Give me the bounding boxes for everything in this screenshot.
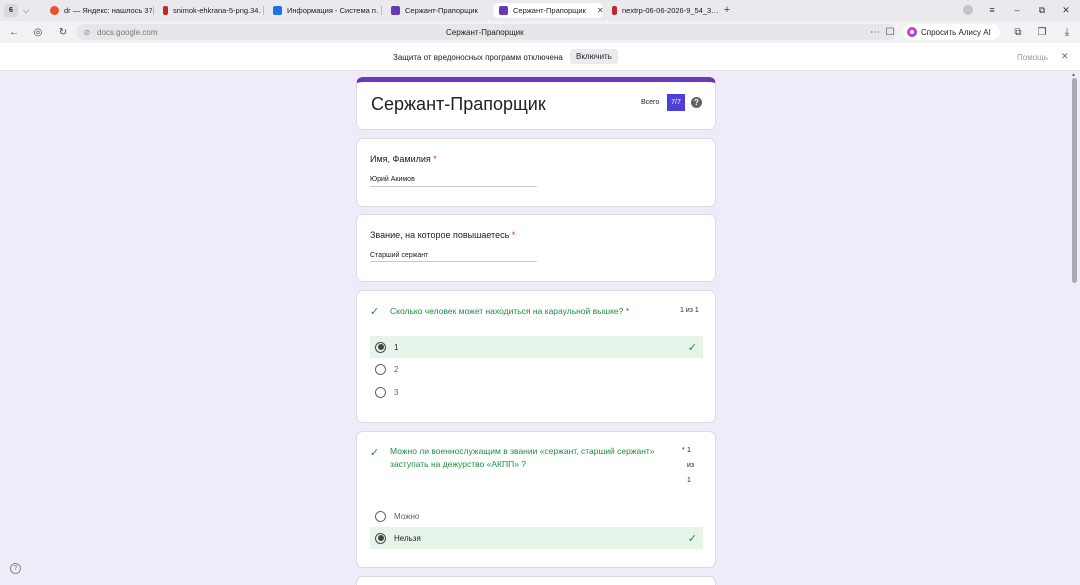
- name-field-card: Имя, Фамилия * Юрий Акимов: [356, 138, 716, 207]
- option-nelzya: Нельзя ✓: [370, 527, 703, 549]
- radio-empty-icon: [375, 510, 386, 522]
- reload-icon[interactable]: ↻: [56, 25, 70, 39]
- tab-title: nextrp-06-06-2026-9_54_3…: [622, 6, 718, 15]
- tab-separator: [381, 6, 382, 15]
- option-label: Можно: [394, 511, 420, 521]
- tab-form-1[interactable]: Сержант-Прапорщик: [385, 3, 489, 18]
- netflix-favicon-icon: [612, 6, 617, 15]
- minimize-icon[interactable]: –: [1011, 3, 1023, 17]
- yandex-favicon-icon: [50, 6, 59, 15]
- bookmark-icon[interactable]: ☐: [883, 25, 897, 39]
- tab-count-badge[interactable]: 6: [4, 4, 18, 17]
- url-text[interactable]: docs.google.com: [97, 28, 157, 37]
- extensions-icon[interactable]: ⧉: [1011, 25, 1025, 39]
- tab-title: dr — Яндекс: нашлось 37…: [64, 6, 152, 15]
- tab-title: Сержант-Прапорщик: [405, 6, 478, 15]
- address-bar-row: ← ◎ ↻ ⊘ docs.google.com Сержант-Прапорщи…: [0, 21, 1080, 43]
- option-label: 2: [394, 364, 399, 374]
- back-icon[interactable]: ←: [7, 25, 21, 39]
- site-info-icon[interactable]: ⊘: [80, 25, 94, 39]
- forms-favicon-icon: [391, 6, 400, 15]
- tab-title: Сержант-Прапорщик: [513, 6, 586, 15]
- form-header-card: Сержант-Прапорщик Всего 7/7 ?: [356, 77, 716, 130]
- tabs-dropdown-icon[interactable]: ⌵: [18, 6, 34, 16]
- question-points-max: 1: [687, 477, 691, 484]
- rank-field-underline: [370, 261, 537, 262]
- rank-field-label: Звание, на которое повышаетесь *: [370, 230, 516, 240]
- form-title: Сержант-Прапорщик: [371, 94, 546, 114]
- system-favicon-icon: [273, 6, 282, 15]
- menu-icon[interactable]: ≡: [986, 3, 998, 17]
- question-card-2: ✓ Можно ли военнослужащим в звании «серж…: [356, 431, 716, 568]
- forms-favicon-icon: [499, 6, 508, 15]
- browser-tabstrip: 6 ⌵ dr — Яндекс: нашлось 37… snimok-ehkr…: [0, 0, 1080, 21]
- page-help-icon[interactable]: ?: [10, 563, 21, 574]
- profile-icon[interactable]: [962, 3, 974, 17]
- question-points-value: 1: [687, 447, 691, 454]
- score-label: Всего: [641, 99, 660, 106]
- rank-field-value: Старший сержант: [370, 252, 429, 259]
- question-points-sep: из: [687, 462, 695, 469]
- tab-informatsiya[interactable]: Информация - Система п…: [267, 3, 379, 18]
- radio-selected-icon: [375, 532, 386, 544]
- rank-field-card: Звание, на которое повышаетесь * Старший…: [356, 214, 716, 282]
- page-title-in-bar: Сержант-Прапорщик: [446, 28, 524, 37]
- option-label: 1: [394, 342, 399, 352]
- downloads-icon[interactable]: ⤓: [1060, 25, 1074, 39]
- name-field-underline: [370, 186, 537, 187]
- netflix-favicon-icon: [163, 6, 168, 15]
- correct-check-icon: ✓: [687, 341, 697, 354]
- tab-separator: [263, 6, 264, 15]
- correct-check-icon: ✓: [370, 447, 380, 459]
- help-icon[interactable]: ?: [691, 97, 702, 108]
- page-scrollbar[interactable]: [1072, 78, 1077, 283]
- tab-separator: [153, 6, 154, 15]
- tab-close-icon[interactable]: ✕: [597, 6, 603, 15]
- option-mozhno: Можно: [370, 505, 703, 527]
- option-2: 2: [370, 358, 703, 380]
- option-3: 3: [370, 381, 703, 403]
- security-infobar: Защита от вредоносных программ отключена…: [0, 43, 1080, 71]
- collections-icon[interactable]: ❐: [1035, 25, 1049, 39]
- question-text: Сколько человек может находиться на кара…: [390, 306, 630, 316]
- tab-nextrp[interactable]: nextrp-06-06-2026-9_54_3…: [606, 3, 718, 18]
- question-text: Можно ли военнослужащим в звании «сержан…: [390, 446, 655, 469]
- infobar-close-icon[interactable]: ✕: [1061, 51, 1069, 62]
- tab-form-active[interactable]: Сержант-Прапорщик ✕: [493, 3, 603, 18]
- restore-icon[interactable]: ⧉: [1036, 3, 1048, 17]
- close-window-icon[interactable]: ✕: [1060, 3, 1072, 17]
- tab-title: Информация - Система п…: [287, 6, 379, 15]
- option-label: 3: [394, 387, 399, 397]
- required-mark: *: [682, 447, 685, 454]
- radio-empty-icon: [375, 363, 386, 375]
- correct-check-icon: ✓: [687, 532, 697, 545]
- infobar-help-link[interactable]: Помощь: [1017, 53, 1048, 62]
- option-label: Нельзя: [394, 533, 421, 543]
- name-field-label: Имя, Фамилия *: [370, 154, 437, 164]
- next-question-card: [356, 576, 716, 585]
- radio-selected-icon: [375, 341, 386, 353]
- score-badge: 7/7: [667, 94, 685, 111]
- alice-icon: [907, 27, 917, 37]
- radio-empty-icon: [375, 386, 386, 398]
- tab-snimok[interactable]: snimok-ehkrana-5-png.34…: [157, 3, 261, 18]
- ask-alice-button[interactable]: Спросить Алису AI: [903, 24, 1000, 40]
- tab-title: snimok-ehkrana-5-png.34…: [173, 6, 261, 15]
- infobar-message: Защита от вредоносных программ отключена: [393, 53, 563, 62]
- more-icon[interactable]: ⋯: [868, 25, 882, 39]
- enable-protection-button[interactable]: Включить: [570, 49, 618, 64]
- tab-yandex-search[interactable]: dr — Яндекс: нашлось 37…: [44, 3, 152, 18]
- question-points: 1 из 1: [680, 307, 699, 314]
- option-1: 1 ✓: [370, 336, 703, 358]
- new-tab-icon[interactable]: +: [720, 3, 734, 17]
- correct-check-icon: ✓: [370, 306, 380, 318]
- protect-icon[interactable]: ◎: [31, 25, 45, 39]
- name-field-value: Юрий Акимов: [370, 176, 415, 183]
- ask-alice-label: Спросить Алису AI: [921, 27, 991, 37]
- question-card-1: ✓ Сколько человек может находиться на ка…: [356, 290, 716, 423]
